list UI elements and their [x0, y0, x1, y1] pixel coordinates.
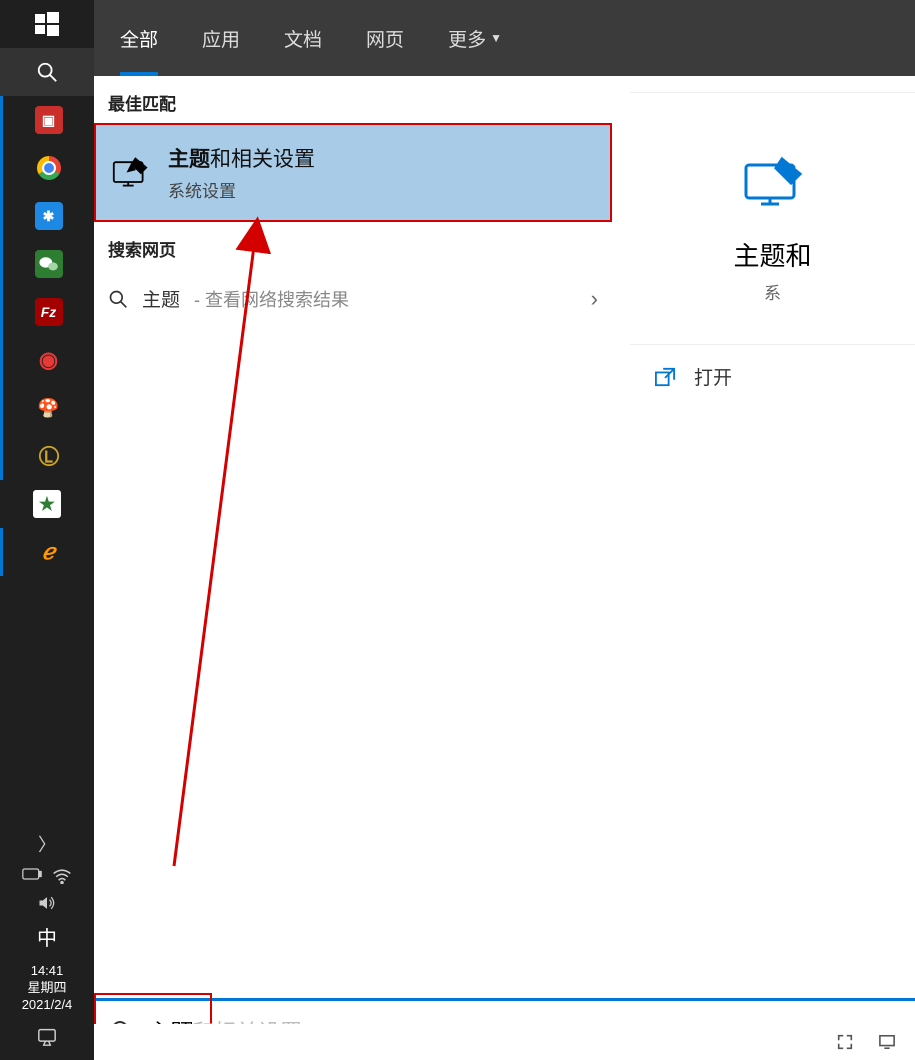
- action-center-icon[interactable]: [37, 1020, 57, 1054]
- windows-logo-icon: [35, 12, 59, 36]
- search-icon: [108, 289, 128, 309]
- best-match-result[interactable]: 主题和相关设置 系统设置: [94, 123, 612, 222]
- preview-open-label: 打开: [694, 363, 732, 390]
- search-tabs: 全部 应用 文档 网页 更多 ▼: [94, 0, 915, 76]
- filezilla-icon: Fz: [35, 298, 63, 326]
- screen-recorder-icon: ▣: [35, 106, 63, 134]
- search-button[interactable]: [0, 48, 94, 96]
- taskbar-app-filezilla[interactable]: Fz: [0, 288, 94, 336]
- editor-status-icons: [94, 1024, 915, 1060]
- tab-web[interactable]: 网页: [358, 1, 412, 76]
- best-match-title: 主题和相关设置: [168, 143, 315, 173]
- chevron-right-icon: ›: [591, 286, 598, 312]
- clock[interactable]: 14:41 星期四 2021/2/4: [22, 957, 73, 1020]
- monitor-icon[interactable]: [877, 1032, 897, 1052]
- chevron-right-icon: 〉: [38, 831, 56, 857]
- taskbar-app-lol[interactable]: [0, 432, 94, 480]
- themes-settings-icon: [110, 153, 150, 193]
- ime-indicator[interactable]: 中: [37, 916, 57, 957]
- section-search-web: 搜索网页: [94, 222, 612, 269]
- taskbar-app-spiral[interactable]: ◉: [0, 336, 94, 384]
- chevron-down-icon: ▼: [490, 31, 502, 45]
- e-icon: ℯ: [35, 538, 63, 566]
- tab-more-label: 更多: [448, 25, 486, 52]
- expand-icon[interactable]: [835, 1032, 855, 1052]
- search-panel: 全部 应用 文档 网页 更多 ▼ 最佳匹配: [94, 0, 915, 1060]
- web-result-hint: - 查看网络搜索结果: [194, 286, 349, 312]
- results-column: 最佳匹配 主题和相关设置 系统设置: [94, 76, 612, 998]
- taskbar-app-tencent[interactable]: ✱: [0, 192, 94, 240]
- clock-weekday: 星期四: [22, 980, 73, 997]
- tab-all[interactable]: 全部: [112, 1, 166, 76]
- web-search-result[interactable]: 主题 - 查看网络搜索结果 ›: [94, 269, 612, 328]
- mushroom-icon: 🍄: [35, 394, 63, 422]
- preview-subtitle: 系: [630, 279, 915, 304]
- taskbar-app-wechat[interactable]: [0, 240, 94, 288]
- preview-open-action[interactable]: 打开: [630, 345, 915, 408]
- tab-apps[interactable]: 应用: [194, 1, 248, 76]
- spiral-icon: ◉: [35, 346, 63, 374]
- themes-settings-large-icon: [739, 153, 807, 213]
- taskbar: ▣ ✱ Fz ◉ 🍄: [0, 0, 94, 1060]
- taskbar-app-star[interactable]: ★: [0, 480, 94, 528]
- best-match-subtitle: 系统设置: [168, 177, 315, 202]
- preview-title: 主题和: [630, 236, 915, 273]
- volume-icon[interactable]: [37, 890, 57, 916]
- star-icon: ★: [33, 490, 61, 518]
- clock-date: 2021/2/4: [22, 997, 73, 1014]
- preview-column: 主题和 系 打开: [612, 76, 915, 998]
- show-hidden-icons[interactable]: 〉: [0, 826, 94, 862]
- wechat-icon: [35, 250, 63, 278]
- lol-icon: [35, 442, 63, 470]
- web-result-query: 主题: [142, 285, 180, 312]
- start-button[interactable]: [0, 0, 94, 48]
- wifi-icon[interactable]: [52, 868, 72, 884]
- open-icon: [654, 367, 676, 387]
- tab-documents[interactable]: 文档: [276, 1, 330, 76]
- taskbar-app-ebrowser[interactable]: ℯ: [0, 528, 94, 576]
- battery-icon[interactable]: [22, 868, 42, 884]
- chrome-icon: [37, 156, 61, 180]
- clock-time: 14:41: [22, 963, 73, 980]
- tab-more[interactable]: 更多 ▼: [440, 1, 510, 76]
- section-best-match: 最佳匹配: [94, 76, 612, 123]
- search-icon: [36, 61, 58, 83]
- asterisk-icon: ✱: [35, 202, 63, 230]
- taskbar-app-mushroom[interactable]: 🍄: [0, 384, 94, 432]
- taskbar-app-chrome[interactable]: [0, 144, 94, 192]
- taskbar-app-screen-recorder[interactable]: ▣: [0, 96, 94, 144]
